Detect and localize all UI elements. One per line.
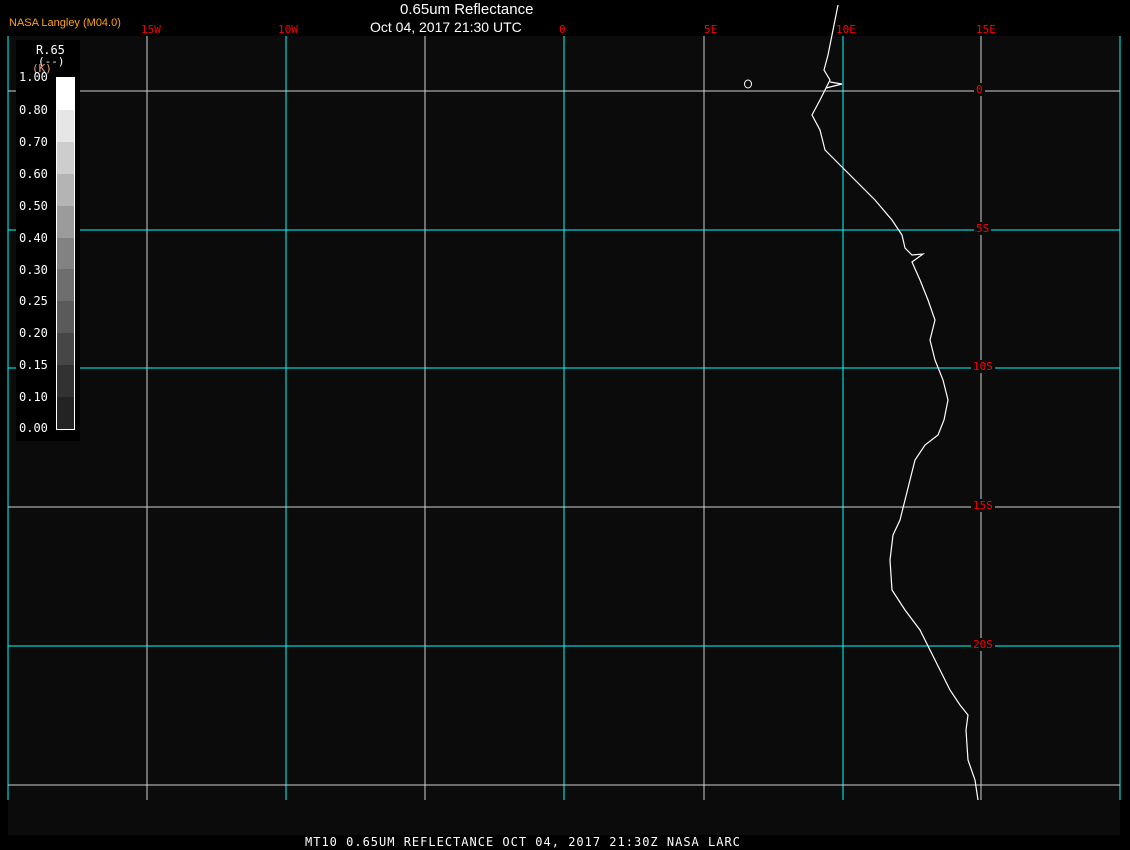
colorbar-segment	[57, 237, 74, 270]
lon-label: 0	[559, 23, 566, 36]
satellite-map	[7, 4, 1121, 835]
lon-label: 5E	[704, 23, 718, 36]
legend-tick-label: 0.70	[19, 135, 48, 149]
legend-tick-label: 0.25	[19, 294, 48, 308]
colorbar-segment	[57, 269, 74, 302]
colorbar-segment	[57, 141, 74, 174]
lat-label: 10S	[971, 360, 995, 373]
bottom-strip	[8, 800, 1120, 835]
legend-tick-label: 0.50	[19, 199, 48, 213]
lat-label: 5S	[974, 222, 992, 235]
lon-label: 15W	[141, 23, 161, 36]
lon-label: 10E	[836, 23, 856, 36]
colorbar-segment	[57, 109, 74, 142]
color-legend: R.65 (--) (K) 1.00 0.80 0.70 0.60 0.50 0.40 0.…	[16, 40, 80, 441]
organization-label: NASA Langley (M04.0)	[9, 17, 121, 29]
legend-tick-label: 1.00	[19, 70, 48, 84]
legend-tick-label: 0.10	[19, 390, 48, 404]
colorbar-segment	[57, 78, 74, 110]
lon-label: 10W	[278, 23, 298, 36]
colorbar-segment	[57, 397, 74, 429]
colorbar	[56, 77, 75, 430]
legend-tick-label: 0.30	[19, 263, 48, 277]
colorbar-segment	[57, 205, 74, 238]
colorbar-segment	[57, 333, 74, 366]
footer-caption: MT10 0.65UM REFLECTANCE OCT 04, 2017 21:…	[305, 835, 741, 849]
lat-label: 15S	[971, 499, 995, 512]
colorbar-segment	[57, 365, 74, 398]
legend-tick-label: 0.00	[19, 421, 48, 435]
map-datetime: Oct 04, 2017 21:30 UTC	[370, 19, 522, 35]
legend-tick-label: 0.80	[19, 103, 48, 117]
map-title: 0.65um Reflectance	[400, 1, 534, 18]
lat-label: 0	[974, 83, 985, 96]
legend-tick-label: 0.20	[19, 326, 48, 340]
legend-tick-label: 0.60	[19, 167, 48, 181]
colorbar-segment	[57, 301, 74, 334]
lat-label: 20S	[971, 638, 995, 651]
lon-label: 15E	[976, 23, 996, 36]
legend-tick-label: 0.15	[19, 358, 48, 372]
legend-tick-label: 0.40	[19, 231, 48, 245]
colorbar-segment	[57, 173, 74, 206]
